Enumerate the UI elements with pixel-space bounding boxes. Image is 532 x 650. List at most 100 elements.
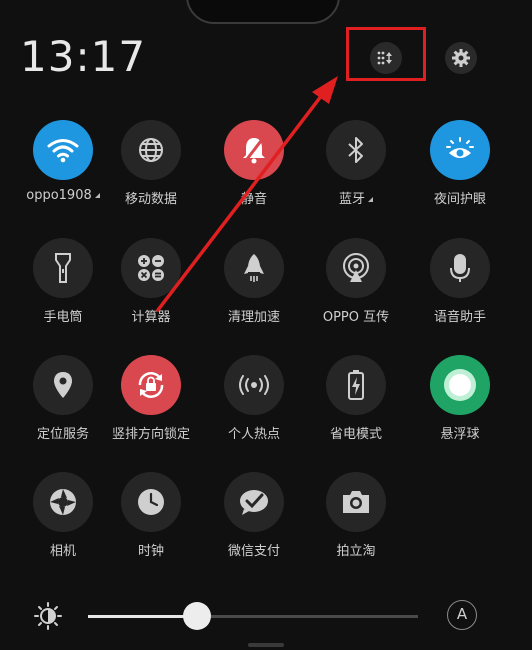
quick-tile-label-text: OPPO 互传 [322,310,390,325]
quick-tile-label-text: 竖排方向锁定 [111,427,190,442]
camera-notch [186,0,340,24]
quick-tile-toggle[interactable] [33,238,93,298]
quick-tile-toggle[interactable] [121,120,181,180]
quick-tile-label-text: 计算器 [131,310,171,325]
quick-tile-label-text: 悬浮球 [440,427,480,442]
quick-tile[interactable]: 个人热点 [204,355,304,442]
hotspot-icon [237,375,271,395]
brightness-slider-fill [88,615,197,618]
camera-aperture-icon [48,487,78,517]
brightness-icon [34,602,62,630]
eye-sun-icon [445,137,475,163]
quick-tile-label: 竖排方向锁定 [101,423,201,442]
quick-tile[interactable]: 手电筒 [13,238,113,325]
microphone-icon [448,252,472,284]
wechat-pay-icon [238,487,270,517]
quick-tile-toggle[interactable] [224,238,284,298]
status-clock: 13:17 [20,32,147,81]
wifi-icon [46,137,80,163]
edit-button-highlight [346,27,426,81]
quick-tile-toggle[interactable] [430,238,490,298]
bluetooth-icon [346,135,366,165]
camera-icon [340,488,372,516]
quick-tile-label: 蓝牙 [306,188,406,207]
quick-tile-label-text: 移动数据 [124,192,177,207]
quick-tile[interactable]: oppo1908 [13,120,113,203]
quick-tile-label-text: 微信支付 [227,544,280,559]
quick-tile-label-text: 静音 [240,192,267,207]
quick-tile[interactable]: OPPO 互传 [306,238,406,325]
quick-tile-toggle[interactable] [326,120,386,180]
quick-tile-label-text: 拍立淘 [336,544,376,559]
floating-ball-icon [442,367,478,403]
bell-off-icon [240,135,268,165]
quick-tile-label-text: 语音助手 [433,310,486,325]
quick-tile-label: 悬浮球 [410,423,510,442]
quick-tile-toggle[interactable] [121,238,181,298]
quick-tile-toggle[interactable] [430,355,490,415]
quick-tile[interactable]: 计算器 [101,238,201,325]
brightness-row: A [0,595,532,640]
quick-tile-label: 移动数据 [101,188,201,207]
quick-tile[interactable]: 夜间护眼 [410,120,510,207]
quick-tile-toggle[interactable] [326,355,386,415]
quick-tile[interactable]: 悬浮球 [410,355,510,442]
quick-tile[interactable]: 微信支付 [204,472,304,559]
quick-tile-label-text: 夜间护眼 [433,192,486,207]
quick-tile-label: 微信支付 [204,540,304,559]
quick-tile-label: OPPO 互传 [306,306,406,325]
quick-tile[interactable]: 语音助手 [410,238,510,325]
quick-tile-toggle[interactable] [224,355,284,415]
quick-tile-label: 相机 [13,540,113,559]
quick-tile[interactable]: 静音 [204,120,304,207]
quick-tile[interactable]: 清理加速 [204,238,304,325]
quick-tile[interactable]: 移动数据 [101,120,201,207]
quick-tile-toggle[interactable] [224,120,284,180]
drag-handle[interactable] [248,643,284,647]
globe-icon [137,136,165,164]
expand-corner-icon [94,193,100,198]
settings-button[interactable] [445,42,477,74]
quick-tile-toggle[interactable] [326,472,386,532]
quick-tile-label-text: 手电筒 [43,310,83,325]
calculator-icon [136,253,166,283]
quick-tile[interactable]: 竖排方向锁定 [101,355,201,442]
quick-tile-toggle[interactable] [33,355,93,415]
quick-tile-toggle[interactable] [224,472,284,532]
quick-tile-label: 省电模式 [306,423,406,442]
brightness-slider-thumb[interactable] [182,602,211,630]
quick-tile-label: 夜间护眼 [410,188,510,207]
quick-tile-toggle[interactable] [326,238,386,298]
quick-tile-toggle[interactable] [121,472,181,532]
quick-tile[interactable]: 定位服务 [13,355,113,442]
quick-tile-label-text: 省电模式 [329,427,382,442]
quick-tile-toggle[interactable] [33,472,93,532]
share-signal-icon [340,252,372,284]
quick-tile-label: 拍立淘 [306,540,406,559]
quick-tile-label: 定位服务 [13,423,113,442]
rotation-lock-icon [134,368,168,402]
quick-tile-label-text: 相机 [49,544,76,559]
quick-tile-label-text: 定位服务 [36,427,89,442]
gear-icon [452,49,470,67]
quick-tile-toggle[interactable] [430,120,490,180]
quick-tile[interactable]: 蓝牙 [306,120,406,207]
quick-tile[interactable]: 省电模式 [306,355,406,442]
flashlight-icon [54,252,72,284]
expand-corner-icon [368,197,373,202]
quick-tile-toggle[interactable] [33,120,93,180]
quick-tile-label-text: 个人热点 [227,427,280,442]
quick-tile-label-text: 清理加速 [227,310,280,325]
clock-icon [136,487,166,517]
quick-tile[interactable]: 时钟 [101,472,201,559]
quick-tile-toggle[interactable] [121,355,181,415]
quick-tile[interactable]: 相机 [13,472,113,559]
quick-tile-label: oppo1908 [13,188,113,203]
auto-brightness-button[interactable]: A [447,600,477,630]
quick-tile-label-text: oppo1908 [26,188,92,203]
quick-tile-label: 手电筒 [13,306,113,325]
quick-tile[interactable]: 拍立淘 [306,472,406,559]
quick-tile-label: 清理加速 [204,306,304,325]
battery-saver-icon [346,369,366,401]
brightness-slider[interactable] [88,602,418,630]
